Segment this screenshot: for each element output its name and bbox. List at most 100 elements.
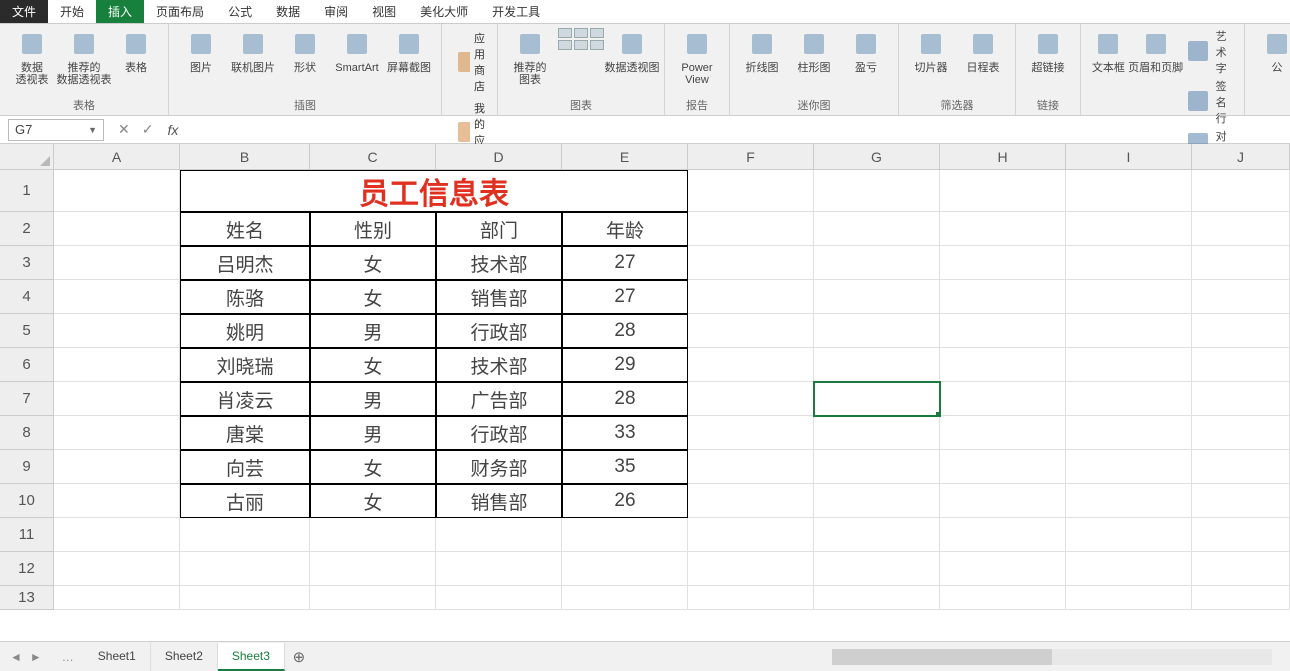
cell-C7[interactable]: 男	[310, 382, 436, 416]
cell-F9[interactable]	[688, 450, 814, 484]
row-header-4[interactable]: 4	[0, 280, 54, 314]
cell-C3[interactable]: 女	[310, 246, 436, 280]
ribbon-btn-屏幕截图[interactable]: 屏幕截图	[385, 28, 433, 74]
cell-B8[interactable]: 唐棠	[180, 416, 310, 450]
chart-type-grid[interactable]	[558, 28, 604, 50]
cell-F7[interactable]	[688, 382, 814, 416]
sheet-tab-Sheet1[interactable]: Sheet1	[84, 643, 151, 671]
cell-I10[interactable]	[1066, 484, 1192, 518]
cell-J2[interactable]	[1192, 212, 1290, 246]
cell-F12[interactable]	[688, 552, 814, 586]
cell-H10[interactable]	[940, 484, 1066, 518]
cell-D4[interactable]: 销售部	[436, 280, 562, 314]
cell-D8[interactable]: 行政部	[436, 416, 562, 450]
cell-G13[interactable]	[814, 586, 940, 610]
row-header-9[interactable]: 9	[0, 450, 54, 484]
ribbon-btn-公[interactable]: 公	[1253, 28, 1290, 74]
menu-审阅[interactable]: 审阅	[312, 0, 360, 23]
ribbon-btn-日程表[interactable]: 日程表	[959, 28, 1007, 74]
cell-J1[interactable]	[1192, 170, 1290, 212]
ribbon-btn-数据透视图[interactable]: 数据透视图	[608, 28, 656, 74]
cell-H8[interactable]	[940, 416, 1066, 450]
cell-D9[interactable]: 财务部	[436, 450, 562, 484]
cell-I4[interactable]	[1066, 280, 1192, 314]
cell-G5[interactable]	[814, 314, 940, 348]
ribbon-btn-切片器[interactable]: 切片器	[907, 28, 955, 74]
cell-D10[interactable]: 销售部	[436, 484, 562, 518]
menu-页面布局[interactable]: 页面布局	[144, 0, 216, 23]
cell-C8[interactable]: 男	[310, 416, 436, 450]
sheet-tab-Sheet3[interactable]: Sheet3	[218, 643, 285, 671]
cell-G8[interactable]	[814, 416, 940, 450]
cell-G12[interactable]	[814, 552, 940, 586]
cells-area[interactable]: 员工信息表姓名性别部门年龄吕明杰女技术部27陈骆女销售部27姚明男行政部28刘晓…	[54, 170, 1290, 610]
cell-H11[interactable]	[940, 518, 1066, 552]
sheet-more[interactable]: …	[52, 650, 84, 664]
cell-F4[interactable]	[688, 280, 814, 314]
row-header-11[interactable]: 11	[0, 518, 54, 552]
ribbon-btn-SmartArt[interactable]: SmartArt	[333, 28, 381, 74]
cell-C2[interactable]: 性别	[310, 212, 436, 246]
ribbon-btn-推荐的图表[interactable]: 推荐的 图表	[506, 28, 554, 86]
col-header-B[interactable]: B	[180, 144, 310, 170]
accept-icon[interactable]: ✓	[142, 121, 154, 138]
col-header-C[interactable]: C	[310, 144, 436, 170]
cell-G6[interactable]	[814, 348, 940, 382]
cell-C6[interactable]: 女	[310, 348, 436, 382]
cell-C12[interactable]	[310, 552, 436, 586]
cell-E9[interactable]: 35	[562, 450, 688, 484]
col-header-E[interactable]: E	[562, 144, 688, 170]
cell-D12[interactable]	[436, 552, 562, 586]
cell-A8[interactable]	[54, 416, 180, 450]
menu-视图[interactable]: 视图	[360, 0, 408, 23]
col-header-G[interactable]: G	[814, 144, 940, 170]
ribbon-btn-PowerView[interactable]: Power View	[673, 28, 721, 86]
col-header-J[interactable]: J	[1192, 144, 1290, 170]
cell-F13[interactable]	[688, 586, 814, 610]
fx-icon[interactable]: fx	[167, 122, 186, 138]
ribbon-textitem-艺术字[interactable]: 艺术字	[1184, 28, 1236, 76]
cell-F5[interactable]	[688, 314, 814, 348]
cell-A12[interactable]	[54, 552, 180, 586]
cell-A2[interactable]	[54, 212, 180, 246]
add-sheet-button[interactable]: ⊕	[285, 648, 313, 666]
cell-I6[interactable]	[1066, 348, 1192, 382]
cell-C5[interactable]: 男	[310, 314, 436, 348]
ribbon-btn-柱形图[interactable]: 柱形图	[790, 28, 838, 74]
cell-E7[interactable]: 28	[562, 382, 688, 416]
cell-J13[interactable]	[1192, 586, 1290, 610]
cell-E4[interactable]: 27	[562, 280, 688, 314]
cell-B2[interactable]: 姓名	[180, 212, 310, 246]
cell-J10[interactable]	[1192, 484, 1290, 518]
cell-C4[interactable]: 女	[310, 280, 436, 314]
cell-D11[interactable]	[436, 518, 562, 552]
cell-C10[interactable]: 女	[310, 484, 436, 518]
cell-E5[interactable]: 28	[562, 314, 688, 348]
cell-B4[interactable]: 陈骆	[180, 280, 310, 314]
ribbon-btn-盈亏[interactable]: 盈亏	[842, 28, 890, 74]
cell-A3[interactable]	[54, 246, 180, 280]
cell-H3[interactable]	[940, 246, 1066, 280]
cell-I12[interactable]	[1066, 552, 1192, 586]
cell-G2[interactable]	[814, 212, 940, 246]
cell-I1[interactable]	[1066, 170, 1192, 212]
cell-A7[interactable]	[54, 382, 180, 416]
menu-开发工具[interactable]: 开发工具	[480, 0, 552, 23]
cell-I9[interactable]	[1066, 450, 1192, 484]
ribbon-btn-图片[interactable]: 图片	[177, 28, 225, 74]
cell-J6[interactable]	[1192, 348, 1290, 382]
horizontal-scrollbar[interactable]	[832, 649, 1272, 665]
cell-H1[interactable]	[940, 170, 1066, 212]
cell-J12[interactable]	[1192, 552, 1290, 586]
cell-G11[interactable]	[814, 518, 940, 552]
cell-H6[interactable]	[940, 348, 1066, 382]
cell-I3[interactable]	[1066, 246, 1192, 280]
cell-H9[interactable]	[940, 450, 1066, 484]
cell-D3[interactable]: 技术部	[436, 246, 562, 280]
cell-I13[interactable]	[1066, 586, 1192, 610]
cell-B7[interactable]: 肖凌云	[180, 382, 310, 416]
cell-D7[interactable]: 广告部	[436, 382, 562, 416]
cell-F3[interactable]	[688, 246, 814, 280]
cell-D2[interactable]: 部门	[436, 212, 562, 246]
col-header-H[interactable]: H	[940, 144, 1066, 170]
